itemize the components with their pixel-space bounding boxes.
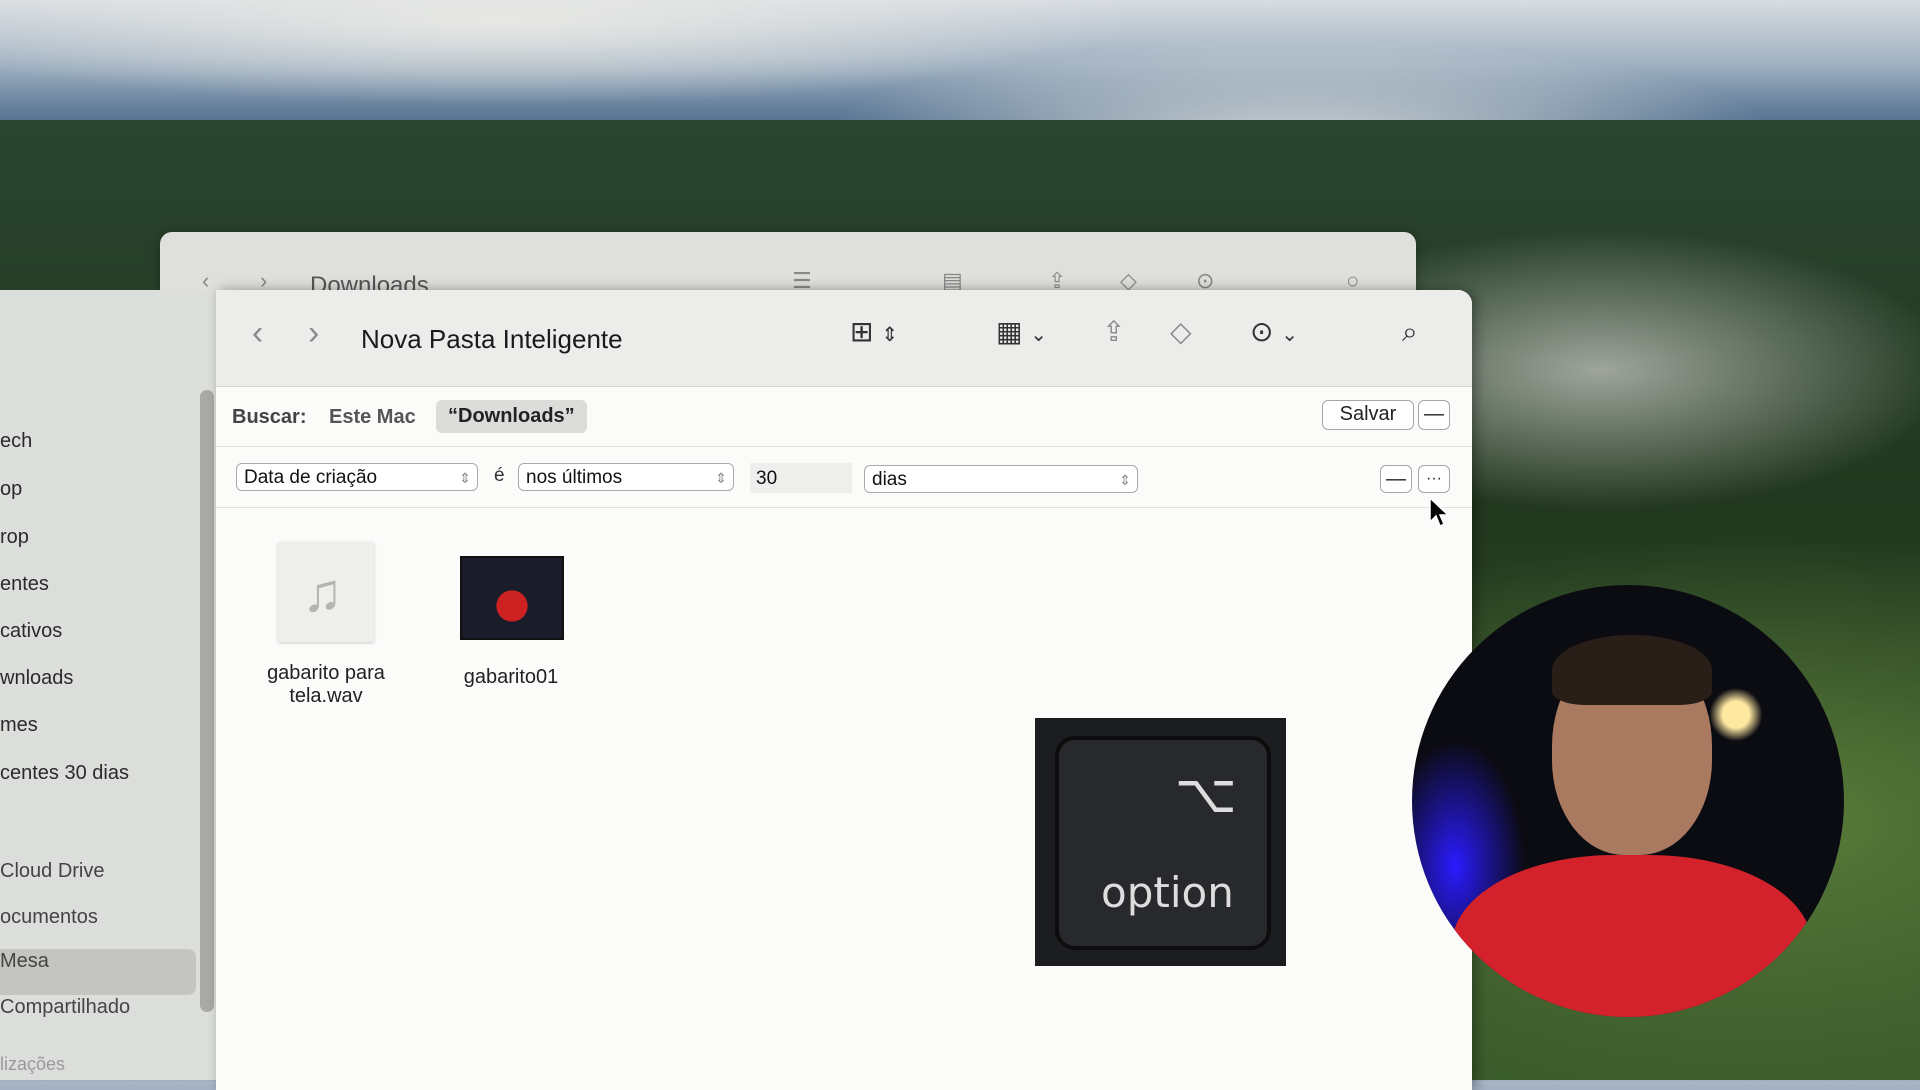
search-button[interactable]: ⌕	[1402, 318, 1418, 346]
value-input[interactable]: 30	[750, 463, 852, 493]
unit-value: dias	[872, 469, 907, 490]
chevron-down-icon: ⌄	[1030, 324, 1048, 346]
view-mode-button[interactable]: ⊞ ⇕	[850, 318, 898, 346]
presenter-hair	[1552, 635, 1712, 705]
chevron-updown-icon: ⇕	[1119, 472, 1131, 488]
file-name-line: gabarito para	[267, 662, 385, 684]
criteria-connector: é	[494, 465, 505, 486]
sidebar-item-icloud-drive[interactable]: Cloud Drive	[0, 860, 104, 883]
operator-value: nos últimos	[526, 467, 623, 488]
smart-folder-window: ‹ › Nova Pasta Inteligente ⊞ ⇕ ▦ ⌄ ⇪ ◇ ⊙…	[216, 290, 1472, 1090]
presenter-shirt	[1452, 855, 1812, 1017]
sidebar-section-locations: lizações	[0, 1054, 66, 1074]
chevron-left-icon: ‹	[252, 314, 264, 352]
file-name-line: tela.wav	[289, 685, 363, 707]
search-scope-label: Buscar:	[232, 406, 307, 428]
grid-view-icon: ⊞	[850, 316, 874, 347]
group-by-icon: ▦	[996, 316, 1023, 347]
audio-file-icon: ♫	[278, 542, 374, 642]
music-note-icon: ♫	[302, 563, 343, 623]
group-by-button[interactable]: ▦ ⌄	[996, 318, 1047, 346]
video-thumbnail	[460, 556, 564, 640]
search-icon: ⌕	[1402, 316, 1418, 347]
chevron-updown-icon: ⇕	[715, 470, 727, 486]
sidebar-item-applications[interactable]: cativos	[0, 620, 62, 643]
scope-this-mac[interactable]: Este Mac	[329, 406, 416, 429]
back-button[interactable]: ‹	[252, 316, 263, 350]
sidebar-item-desktop[interactable]: Mesa	[0, 950, 49, 973]
option-key-icon: ⌥	[1174, 764, 1237, 824]
file-name: gabarito para tela.wav	[256, 662, 396, 708]
remove-criteria-button[interactable]: —	[1380, 465, 1412, 493]
chevron-down-icon: ⌄	[1281, 324, 1299, 346]
chevron-right-icon: ›	[308, 314, 320, 352]
attribute-select[interactable]: Data de criação ⇕	[236, 463, 478, 491]
save-button[interactable]: Salvar	[1322, 400, 1414, 430]
chevron-updown-icon: ⇕	[881, 324, 899, 346]
sidebar-item[interactable]: rop	[0, 526, 29, 549]
share-icon: ⇪	[1102, 316, 1126, 347]
sidebar-item-recents[interactable]: entes	[0, 573, 49, 596]
option-key-overlay: ⌥ option	[1035, 718, 1286, 966]
remove-scope-button[interactable]: —	[1418, 400, 1450, 430]
share-button[interactable]: ⇪	[1102, 318, 1125, 346]
key-label: option	[1101, 868, 1234, 917]
search-scope-bar: Buscar: Este Mac “Downloads” Salvar —	[216, 386, 1472, 447]
sidebar-item[interactable]: op	[0, 478, 22, 501]
more-criteria-button[interactable]: ···	[1418, 465, 1450, 493]
sidebar-item-recent-30-days[interactable]: centes 30 dias	[0, 762, 129, 785]
action-menu-button[interactable]: ⊙ ⌄	[1250, 318, 1298, 346]
sidebar-item-downloads[interactable]: wnloads	[0, 667, 73, 690]
operator-select[interactable]: nos últimos ⇕	[518, 463, 734, 491]
ellipsis-circle-icon: ⊙	[1250, 316, 1274, 347]
keycap: ⌥ option	[1055, 736, 1271, 950]
search-criteria-row: Data de criação ⇕ é nos últimos ⇕ 30 dias ⇕…	[216, 447, 1472, 508]
scope-downloads[interactable]: “Downloads”	[436, 400, 587, 433]
sidebar-scrollbar[interactable]	[200, 390, 214, 1012]
tag-button[interactable]: ◇	[1170, 318, 1192, 346]
tag-icon: ◇	[1170, 316, 1192, 347]
chevron-updown-icon: ⇕	[459, 470, 471, 486]
sidebar-item[interactable]: ech	[0, 430, 32, 453]
sidebar-item[interactable]: mes	[0, 714, 38, 737]
window-title: Nova Pasta Inteligente	[361, 324, 623, 354]
unit-select[interactable]: dias ⇕	[864, 465, 1138, 493]
forward-button[interactable]: ›	[308, 316, 319, 350]
mouse-cursor-icon	[1429, 496, 1450, 528]
attribute-value: Data de criação	[244, 467, 378, 488]
webcam-overlay	[1412, 585, 1844, 1017]
file-name: gabarito01	[463, 666, 559, 688]
sidebar-item-documents[interactable]: ocumentos	[0, 906, 98, 929]
window-toolbar: ‹ › Nova Pasta Inteligente ⊞ ⇕ ▦ ⌄ ⇪ ◇ ⊙…	[216, 290, 1472, 387]
sidebar-item-shared[interactable]: Compartilhado	[0, 996, 130, 1019]
